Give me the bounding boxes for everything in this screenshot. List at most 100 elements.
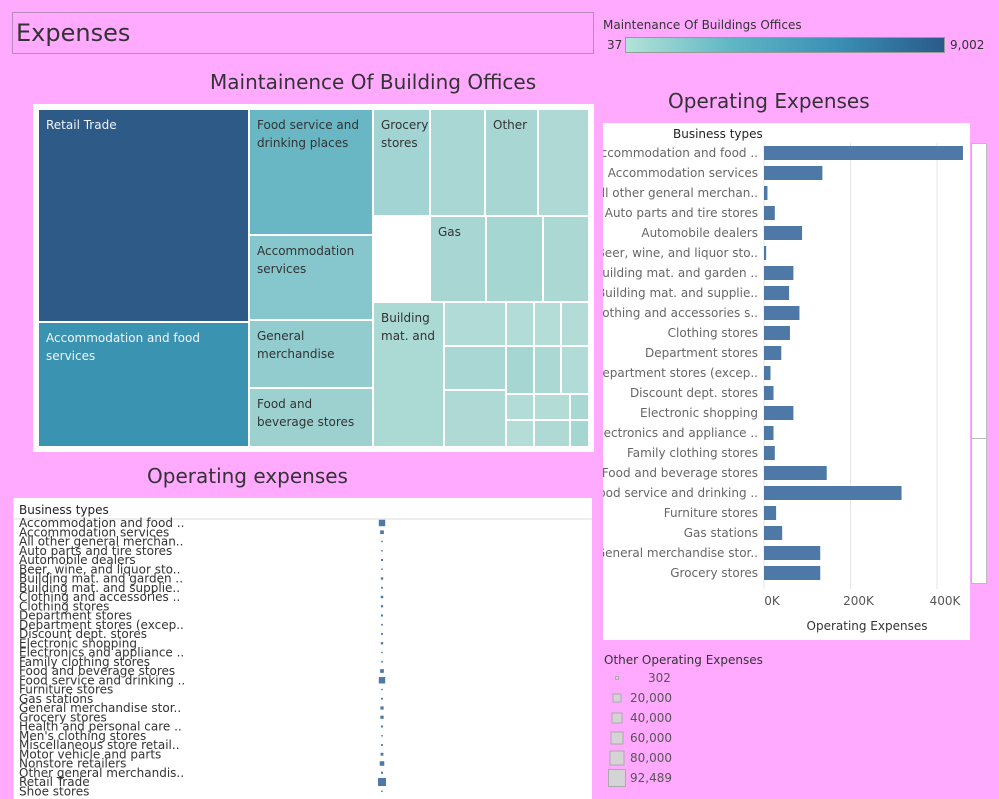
dot-chart-panel[interactable]: Business types Accommodation and food .. A…: [13, 498, 592, 799]
dot-mark[interactable]: [381, 550, 383, 552]
treemap-cell-minor[interactable]: [506, 346, 534, 394]
bar-chart-scrollbar[interactable]: [971, 143, 987, 584]
treemap-cell-minor[interactable]: [538, 109, 589, 216]
bar[interactable]: [764, 486, 902, 500]
dot-mark[interactable]: [381, 651, 383, 654]
dot-mark[interactable]: [380, 530, 384, 535]
bar[interactable]: [764, 346, 782, 360]
dot-mark[interactable]: [381, 744, 383, 746]
treemap-cell-minor[interactable]: [444, 346, 506, 390]
bar[interactable]: [764, 186, 768, 200]
bar[interactable]: [764, 266, 794, 280]
treemap-cell-minor[interactable]: [506, 394, 534, 420]
dot-mark[interactable]: [380, 558, 384, 562]
bar[interactable]: [764, 206, 775, 220]
dot-mark[interactable]: [380, 595, 384, 599]
bar[interactable]: [764, 426, 774, 440]
bar[interactable]: [764, 446, 775, 460]
dot-mark[interactable]: [381, 697, 383, 700]
treemap-label: Accommodation and food services: [46, 331, 200, 363]
treemap-cell-minor[interactable]: [444, 302, 506, 346]
bar[interactable]: [764, 286, 790, 300]
treemap-cell-building-mat-and[interactable]: Building mat. and: [373, 302, 444, 447]
treemap-cell-other[interactable]: Other: [485, 109, 538, 216]
size-legend-label: 20,000: [630, 691, 672, 705]
treemap-cell-accommodation-services[interactable]: Accommodation services: [249, 235, 373, 320]
treemap-cell-minor[interactable]: [430, 109, 485, 216]
bar-chart-title: Operating Expenses: [668, 89, 870, 113]
bar[interactable]: [764, 526, 783, 540]
treemap-cell-food-and-beverage-stores[interactable]: Food and beverage stores: [249, 388, 373, 447]
bar-category-label: Family clothing stores: [627, 446, 758, 460]
treemap-cell-gas[interactable]: Gas: [430, 216, 486, 302]
treemap-cell-minor[interactable]: [543, 216, 589, 302]
treemap-cell-minor[interactable]: [570, 394, 589, 420]
dot-mark[interactable]: [381, 790, 383, 793]
treemap-cell-minor[interactable]: [506, 420, 534, 447]
treemap-cell-food-service-and-drinking-places[interactable]: Food service and drinking places: [249, 109, 373, 235]
bar[interactable]: [764, 366, 771, 380]
bar-chart-panel[interactable]: Business types0K200K400K600K800KAccommod…: [590, 123, 970, 640]
dot-mark[interactable]: [381, 633, 383, 635]
bar-category-label: Accommodation services: [608, 166, 758, 180]
dot-mark[interactable]: [380, 752, 384, 756]
dot-mark[interactable]: [379, 761, 385, 766]
treemap-cell-grocery-stores[interactable]: Grocery stores: [373, 109, 430, 216]
bar[interactable]: [764, 326, 790, 340]
dot-row-header: Business types: [19, 503, 109, 517]
treemap-cell-minor[interactable]: [561, 302, 589, 346]
treemap-cell-retail-trade[interactable]: Retail Trade: [38, 109, 249, 322]
treemap-cell-minor[interactable]: [534, 420, 570, 447]
dot-mark[interactable]: [380, 614, 384, 617]
treemap-cell-minor[interactable]: [534, 302, 561, 346]
color-legend[interactable]: Maintenance Of Buildings Offices 37 9,00…: [603, 18, 993, 58]
color-legend-gradient: [625, 37, 945, 53]
dot-mark[interactable]: [381, 688, 383, 691]
bar-category-label: Department stores: [645, 346, 758, 360]
bar-category-label: Accommodation and food ..: [603, 146, 758, 160]
bar[interactable]: [764, 466, 827, 480]
bar[interactable]: [764, 226, 803, 240]
treemap-cell-minor[interactable]: [506, 302, 534, 346]
dot-mark[interactable]: [378, 519, 386, 527]
treemap-cell-minor[interactable]: [534, 394, 570, 420]
dot-mark[interactable]: [378, 778, 386, 786]
bar[interactable]: [764, 386, 774, 400]
dot-mark[interactable]: [380, 669, 384, 673]
treemap-label: Food and beverage stores: [257, 397, 355, 429]
dot-mark[interactable]: [380, 715, 384, 719]
treemap[interactable]: Retail Trade Accommodation and food servi…: [33, 104, 594, 452]
bar[interactable]: [764, 506, 777, 520]
dot-mark[interactable]: [381, 540, 383, 543]
treemap-cell-minor[interactable]: [561, 346, 589, 394]
treemap-cell-minor[interactable]: [444, 390, 506, 447]
dot-mark[interactable]: [381, 586, 383, 589]
dot-mark[interactable]: [378, 677, 386, 684]
bar[interactable]: [764, 566, 821, 580]
dot-mark[interactable]: [381, 623, 383, 626]
scrollbar-thumb[interactable]: [972, 144, 986, 439]
bar[interactable]: [764, 546, 821, 560]
dot-mark[interactable]: [380, 642, 384, 645]
bar[interactable]: [764, 406, 794, 420]
treemap-cell-minor[interactable]: [534, 346, 561, 394]
size-legend[interactable]: Other Operating Expenses 302 20,000 40,000…: [604, 653, 804, 799]
dot-mark[interactable]: [380, 771, 384, 774]
treemap-cell-general-merchandise[interactable]: General merchandise: [249, 320, 373, 388]
dot-mark[interactable]: [380, 725, 384, 728]
dot-mark[interactable]: [380, 577, 384, 580]
bar-category-label: General merchandise stor..: [603, 546, 758, 560]
dot-mark[interactable]: [381, 568, 383, 571]
treemap-cell-accommodation-and-food-services[interactable]: Accommodation and food services: [38, 322, 249, 447]
bar[interactable]: [764, 146, 963, 160]
treemap-cell-minor[interactable]: [486, 216, 543, 302]
dot-mark[interactable]: [380, 706, 384, 710]
dot-mark[interactable]: [381, 735, 383, 737]
bar[interactable]: [764, 246, 767, 260]
bar[interactable]: [764, 306, 800, 320]
treemap-cell-minor[interactable]: [570, 420, 589, 447]
dot-mark[interactable]: [380, 605, 384, 608]
bar[interactable]: [764, 166, 823, 180]
dot-mark[interactable]: [381, 660, 383, 663]
bar-category-label: Clothing and accessories s..: [603, 306, 758, 320]
